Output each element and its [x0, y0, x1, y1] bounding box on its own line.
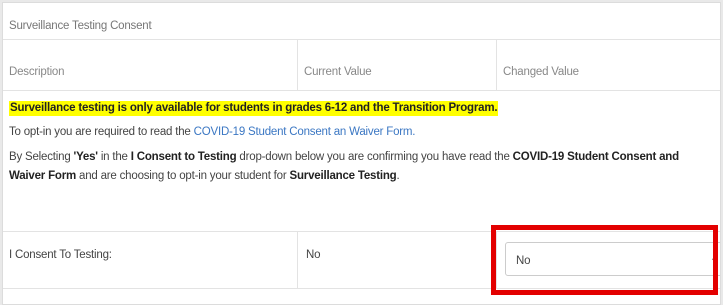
instr-part: drop-down below you are confirming you h… [236, 151, 513, 163]
table-header: Description Current Value Changed Value [3, 40, 720, 91]
instr-part: By Selecting [9, 151, 74, 163]
instructions-text: By Selecting 'Yes' in the I Consent to T… [9, 148, 714, 186]
consent-row: I Consent To Testing: No No ⌄ [3, 231, 720, 289]
instr-part: and are choosing to opt-in your student … [76, 170, 290, 182]
column-divider [496, 40, 497, 90]
optin-prefix: To opt-in you are required to read the [9, 126, 194, 138]
instr-field: I Consent to Testing [130, 151, 237, 163]
panel-title: Surveillance Testing Consent [3, 3, 720, 40]
consent-select[interactable]: No ⌄ [505, 242, 720, 276]
header-description: Description [9, 66, 65, 78]
eligibility-notice: Surveillance testing is only available f… [9, 101, 499, 116]
optin-text: To opt-in you are required to read the C… [9, 126, 714, 138]
consent-form-link[interactable]: COVID-19 Student Consent an Waiver Form. [194, 126, 416, 138]
consent-label: I Consent To Testing: [9, 249, 112, 261]
consent-select-value: No [516, 255, 531, 267]
column-divider [297, 232, 298, 288]
column-divider [297, 40, 298, 90]
consent-panel: Surveillance Testing Consent Description… [2, 2, 721, 305]
description-content: Surveillance testing is only available f… [3, 91, 720, 186]
chevron-down-icon: ⌄ [709, 253, 718, 264]
instr-part: . [396, 170, 400, 182]
instr-testing: Surveillance Testing [289, 170, 397, 182]
header-changed-value: Changed Value [503, 66, 579, 78]
instr-yes: 'Yes' [73, 151, 98, 163]
column-divider [496, 232, 497, 288]
instr-part: in the [97, 151, 131, 163]
header-current-value: Current Value [304, 66, 372, 78]
consent-current-value: No [306, 249, 321, 261]
